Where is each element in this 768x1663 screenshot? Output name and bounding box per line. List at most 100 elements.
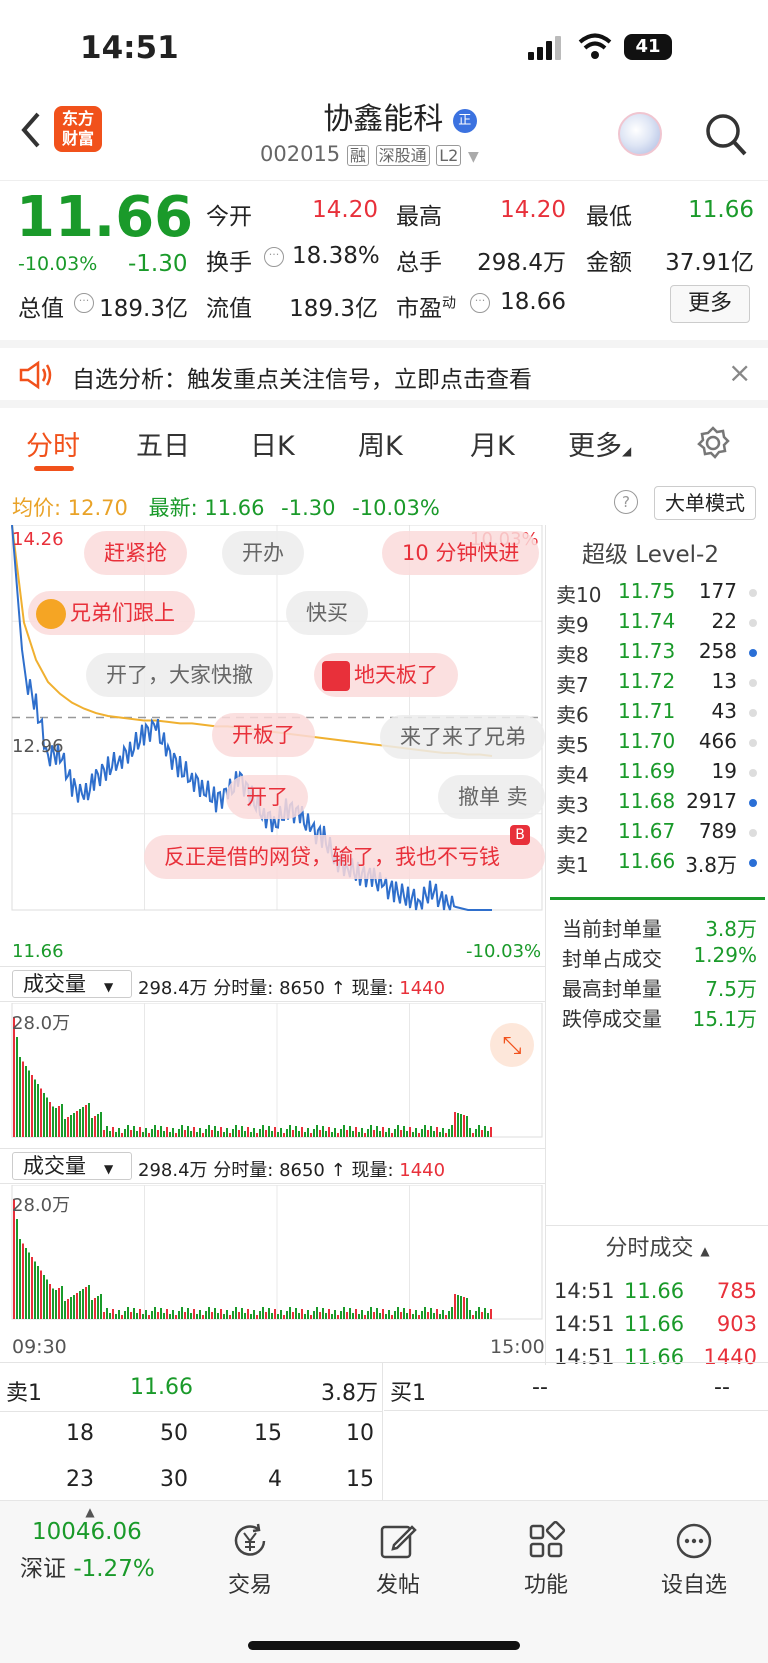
volume-bar — [220, 1309, 222, 1319]
order-dot-icon — [749, 679, 757, 687]
tab-weekly-k[interactable]: 周K — [358, 424, 403, 463]
volume-bar — [382, 1127, 384, 1137]
ask-label: 卖3 — [556, 793, 589, 817]
volume-bar — [373, 1130, 375, 1137]
quote-panel: 11.66 -10.03% -1.30 今开 14.20 最高 14.20 最低… — [0, 180, 768, 325]
analysis-alert[interactable]: 自选分析：触发重点关注信号，立即点击查看 × — [0, 340, 768, 408]
ask-label: 卖1 — [556, 853, 589, 877]
post-button[interactable]: 发帖 — [338, 1521, 458, 1599]
stat-label: 跌停成交量 — [562, 1007, 662, 1031]
order-dot-icon — [749, 649, 757, 657]
volume-bar — [463, 1297, 465, 1319]
volume-bar — [37, 1266, 39, 1319]
ask-price: 11.66 — [618, 849, 676, 873]
danmaku-text: 兄弟们跟上 — [70, 601, 175, 625]
ask-row[interactable]: 卖1 11.66 3.8万 — [546, 849, 768, 880]
danmaku-bubble[interactable]: 开板了 — [212, 713, 315, 757]
danmaku-bubble[interactable]: 撤单 卖 — [438, 775, 545, 819]
status-bar: 14:51 41 — [0, 0, 768, 100]
ask-label: 卖7 — [556, 673, 589, 697]
volume-bar — [298, 1313, 300, 1319]
info-dots-icon[interactable]: ··· — [264, 247, 284, 267]
ask-row[interactable]: 卖5 11.70 466 — [546, 729, 768, 760]
ask-row[interactable]: 卖7 11.72 13 — [546, 669, 768, 700]
tab-five-day[interactable]: 五日 — [136, 424, 190, 463]
danmaku-bubble[interactable]: 快买 — [286, 591, 368, 635]
volume-bar — [169, 1132, 171, 1137]
orderbook-title[interactable]: 超级 Level-2 — [582, 535, 719, 569]
volume-bar — [385, 1314, 387, 1319]
ask-row[interactable]: 卖8 11.73 258 — [546, 639, 768, 670]
volume-bar — [388, 1310, 390, 1319]
ask-row[interactable]: 卖3 11.68 2917 — [546, 789, 768, 820]
volume-bar — [271, 1131, 273, 1137]
danmaku-bubble[interactable]: 反正是借的网贷，输了，我也不亏钱 — [144, 835, 545, 879]
ask-row[interactable]: 卖2 11.67 789 — [546, 819, 768, 850]
ask-row[interactable]: 卖6 11.71 43 — [546, 699, 768, 730]
danmaku-bubble[interactable]: 10 分钟快进 — [382, 531, 540, 575]
volume-bar — [418, 1315, 420, 1319]
ticks-header[interactable]: 分时成交 ▲ — [546, 1225, 768, 1265]
danmaku-bubble[interactable]: 兄弟们跟上 — [28, 591, 195, 635]
volume-bar — [247, 1127, 249, 1137]
danmaku-bubble[interactable]: 开了 — [226, 775, 308, 819]
ask-row[interactable]: 卖10 11.75 177 — [546, 579, 768, 610]
danmaku-bubble[interactable]: 来了来了兄弟 — [380, 715, 545, 759]
index-ticker[interactable]: ▲ 10046.06 深证 -1.27% — [20, 1505, 190, 1583]
big-order-mode-button[interactable]: 大单模式 — [654, 486, 756, 520]
volume-bar — [154, 1125, 156, 1137]
volume-bar — [355, 1309, 357, 1319]
volume-bar — [253, 1128, 255, 1137]
amount-value: 37.91亿 — [665, 250, 754, 276]
now-volume-label: 现量: — [351, 978, 394, 999]
volume-bar — [298, 1131, 300, 1137]
volume-bar — [370, 1307, 372, 1319]
volume-selector[interactable]: 成交量 ▼ — [12, 1152, 132, 1180]
ask-volume: 19 — [711, 759, 737, 783]
functions-button[interactable]: 功能 — [486, 1521, 606, 1599]
tab-monthly-k[interactable]: 月K — [470, 424, 515, 463]
danmaku-bubble[interactable]: 开办 — [222, 531, 304, 575]
mktcap-value: 189.3亿 — [99, 296, 188, 322]
volume-bar — [250, 1314, 252, 1319]
trade-button[interactable]: 交易 — [190, 1521, 310, 1599]
back-icon[interactable] — [18, 110, 42, 154]
volume-bar — [91, 1300, 93, 1319]
gear-icon[interactable] — [696, 426, 730, 464]
volume-bar — [448, 1311, 450, 1319]
volume-bar — [460, 1296, 462, 1319]
info-dots-icon[interactable]: ··· — [470, 293, 490, 313]
ask-divider — [550, 897, 765, 900]
ask-price: 11.69 — [618, 759, 676, 783]
robot-avatar-icon[interactable] — [618, 112, 662, 156]
tab-more[interactable]: 更多◢ — [568, 424, 631, 463]
expand-icon[interactable]: ⤡ — [490, 1023, 534, 1067]
danmaku-bubble[interactable]: 赶紧抢 — [84, 531, 187, 575]
close-icon[interactable]: × — [728, 356, 751, 389]
danmaku-bubble[interactable]: 开了，大家快撤 — [86, 653, 273, 697]
volume-bar — [178, 1311, 180, 1319]
volume-bar — [235, 1307, 237, 1319]
ask-row[interactable]: 卖4 11.69 19 — [546, 759, 768, 790]
volume-selector[interactable]: 成交量 ▼ — [12, 970, 132, 998]
volume-bar — [424, 1307, 426, 1319]
tab-intraday[interactable]: 分时 — [26, 424, 80, 463]
stock-code-row[interactable]: 002015 融 深股通 L2 ▼ — [260, 142, 479, 166]
danmaku-bubble[interactable]: 地天板了 — [314, 653, 458, 697]
add-watchlist-button[interactable]: 设自选 — [634, 1521, 754, 1599]
info-dots-icon[interactable]: ··· — [74, 293, 94, 313]
search-icon[interactable] — [704, 112, 748, 162]
ask-volume: 177 — [698, 579, 737, 603]
volume-bar — [289, 1125, 291, 1137]
volume-bar — [88, 1103, 90, 1137]
more-button[interactable]: 更多 — [670, 285, 750, 323]
help-icon[interactable]: ? — [614, 490, 638, 514]
intraday-chart[interactable]: 14.26 10.03% 12.96 11.66 -10.03% 赶紧抢 开办 … — [0, 525, 545, 970]
volume-bar — [151, 1311, 153, 1319]
tab-daily-k[interactable]: 日K — [250, 424, 295, 463]
volume-bar — [160, 1126, 162, 1137]
minute-volume: 8650 — [279, 1160, 325, 1181]
volume-bar — [34, 1079, 36, 1137]
volume-bar — [283, 1315, 285, 1319]
ask-row[interactable]: 卖9 11.74 22 — [546, 609, 768, 640]
